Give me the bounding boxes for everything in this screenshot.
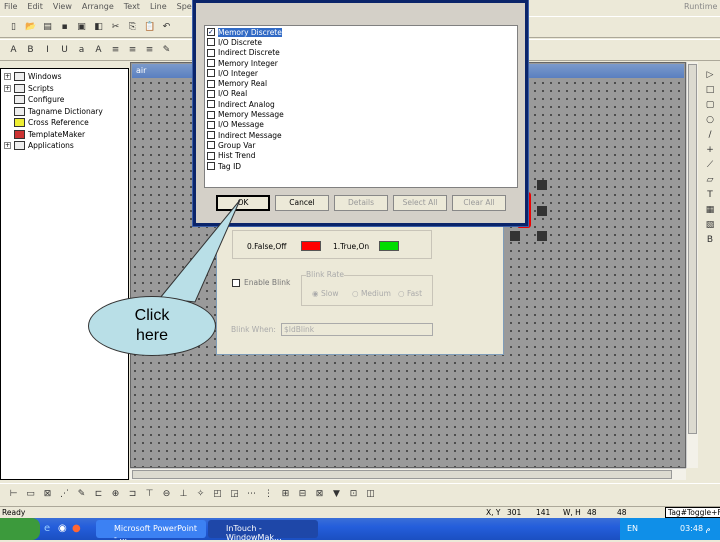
align-right-icon[interactable]: ⊐ — [127, 489, 138, 500]
clock: 03:48 م — [680, 524, 711, 533]
align-top-icon[interactable]: ⊤ — [144, 489, 155, 500]
window-icon[interactable]: ▭ — [25, 489, 36, 500]
arrange-toolbar: ⊢ ▭ ⊠ ⋰ ✎ ⊏ ⊕ ⊐ ⊤ ⊖ ⊥ ✧ ◰ ◲ ⋯ ⋮ ⊞ ⊟ ⊠ ▼ ⊡ ◫ — [0, 483, 720, 505]
h-value: 48 — [617, 508, 627, 517]
align-left-icon[interactable]: ⊏ — [93, 489, 104, 500]
rotate-icon[interactable]: ⊡ — [348, 489, 359, 500]
break-cell-icon[interactable]: ▼ — [331, 489, 342, 500]
grid-icon[interactable]: ⋰ — [59, 489, 70, 500]
full-screen-icon[interactable]: ⊠ — [42, 489, 53, 500]
wh-label: W, H — [563, 508, 581, 517]
quicklaunch-icon[interactable]: ● — [72, 523, 81, 534]
language-indicator[interactable]: EN — [627, 524, 638, 533]
flip-icon[interactable]: ◫ — [365, 489, 376, 500]
status-text: Ready — [2, 508, 26, 517]
click-here-callout: Click here — [88, 296, 216, 356]
system-tray: EN 03:48 م — [620, 518, 720, 540]
align-middle-icon[interactable]: ⊖ — [161, 489, 172, 500]
callout-line2: here — [135, 327, 169, 344]
callout-pointer — [159, 199, 241, 303]
align-bottom-icon[interactable]: ⊥ — [178, 489, 189, 500]
task-intouch[interactable]: InTouch - WindowMak... — [208, 520, 318, 542]
make-cell-icon[interactable]: ⊠ — [314, 489, 325, 500]
send-back-icon[interactable]: ◲ — [229, 489, 240, 500]
bring-front-icon[interactable]: ◰ — [212, 489, 223, 500]
ungroup-icon[interactable]: ⊟ — [297, 489, 308, 500]
align-center-icon[interactable]: ⊕ — [110, 489, 121, 500]
start-button[interactable] — [0, 518, 40, 540]
x-value: 301 — [507, 508, 522, 517]
y-value: 141 — [536, 508, 551, 517]
space-v-icon[interactable]: ⋮ — [263, 489, 274, 500]
space-h-icon[interactable]: ⋯ — [246, 489, 257, 500]
xy-label: X, Y — [486, 508, 501, 517]
quicklaunch-icon[interactable]: ◉ — [58, 523, 67, 534]
wizard-icon[interactable]: ✎ — [76, 489, 87, 500]
status-bar: Ready X, Y 301 141 W, H 48 48 Tag#Toggle… — [0, 506, 720, 518]
tag-name-field: Tag#Toggle+F — [665, 507, 720, 518]
select-mode-icon[interactable]: ⊢ — [8, 489, 19, 500]
ie-icon[interactable]: e — [44, 523, 50, 534]
group-icon[interactable]: ⊞ — [280, 489, 291, 500]
w-value: 48 — [587, 508, 597, 517]
align-center-point-icon[interactable]: ✧ — [195, 489, 206, 500]
task-powerpoint[interactable]: Microsoft PowerPoint - ... — [96, 520, 206, 542]
callout-line1: Click — [134, 307, 170, 324]
